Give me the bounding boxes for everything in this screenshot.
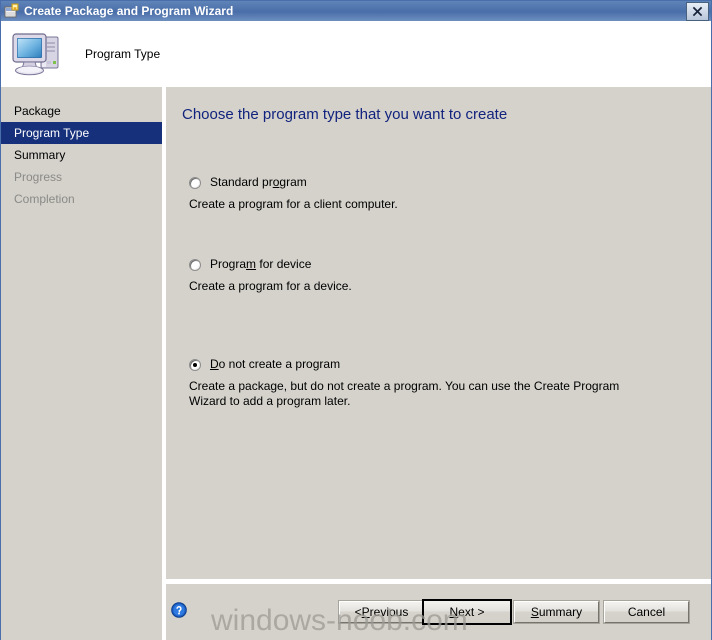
sidebar-item-package[interactable]: Package bbox=[1, 100, 162, 122]
radio-row-do-not-create-program[interactable]: Do not create a program bbox=[189, 357, 659, 373]
page-title: Choose the program type that you want to… bbox=[182, 106, 508, 123]
computer-icon bbox=[9, 28, 65, 80]
wizard-content-pane: Choose the program type that you want to… bbox=[166, 87, 711, 579]
window-title: Create Package and Program Wizard bbox=[24, 4, 234, 18]
wizard-step-list: Package Program Type Summary Progress Co… bbox=[1, 87, 162, 640]
radio-standard-program[interactable] bbox=[189, 177, 201, 189]
close-button[interactable] bbox=[686, 1, 709, 21]
cancel-button[interactable]: Cancel bbox=[603, 600, 690, 624]
close-icon bbox=[692, 6, 703, 17]
radio-do-not-create-program[interactable] bbox=[189, 359, 201, 371]
package-wizard-icon bbox=[4, 3, 20, 19]
sidebar-item-completion: Completion bbox=[14, 192, 75, 206]
option-description-do-not-create-program: Create a package, but do not create a pr… bbox=[189, 379, 620, 408]
wizard-window: Create Package and Program Wizard Progra… bbox=[0, 0, 712, 640]
wizard-header: Program Type bbox=[1, 21, 711, 87]
radio-row-program-for-device[interactable]: Program for device bbox=[189, 257, 352, 273]
option-do-not-create-program: Do not create a program Create a package… bbox=[189, 357, 659, 409]
title-bar: Create Package and Program Wizard bbox=[1, 1, 711, 21]
radio-label-standard-program[interactable]: Standard program bbox=[210, 175, 307, 189]
help-question-icon[interactable] bbox=[171, 602, 187, 618]
option-standard-program: Standard program Create a program for a … bbox=[189, 175, 398, 212]
sidebar-item-progress: Progress bbox=[14, 170, 63, 184]
option-description-standard-program: Create a program for a client computer. bbox=[189, 197, 398, 211]
radio-label-do-not-create-program[interactable]: Do not create a program bbox=[210, 357, 340, 371]
radio-label-program-for-device[interactable]: Program for device bbox=[210, 257, 311, 271]
option-program-for-device: Program for device Create a program for … bbox=[189, 257, 352, 294]
header-title: Program Type bbox=[85, 47, 161, 61]
radio-program-for-device[interactable] bbox=[189, 259, 201, 271]
radio-row-standard-program[interactable]: Standard program bbox=[189, 175, 398, 191]
sidebar-item-program-type[interactable]: Program Type bbox=[1, 122, 162, 144]
next-button[interactable]: Next > bbox=[422, 599, 512, 625]
wizard-button-bar: < Previous Next > Summary Cancel bbox=[166, 584, 711, 640]
option-description-program-for-device: Create a program for a device. bbox=[189, 279, 352, 293]
sidebar-item-summary[interactable]: Summary bbox=[1, 144, 162, 166]
summary-button[interactable]: Summary bbox=[513, 600, 600, 624]
previous-button[interactable]: < Previous bbox=[338, 600, 425, 624]
